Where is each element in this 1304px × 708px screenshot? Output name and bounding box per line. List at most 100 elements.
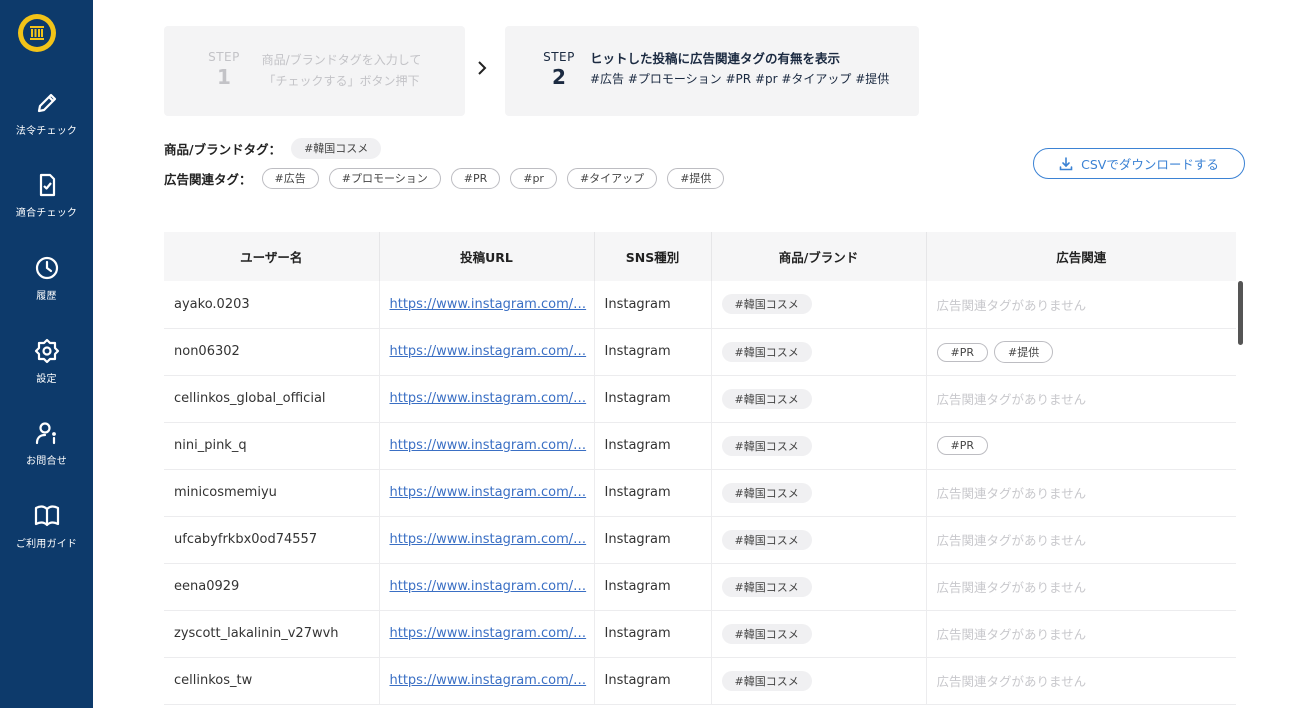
book-icon — [34, 505, 59, 527]
sns-cell: Instagram — [594, 469, 712, 516]
brand-tag-chip: #韓国コスメ — [721, 482, 812, 503]
download-icon — [1059, 156, 1073, 170]
sidebar-item-label: 設定 — [36, 374, 57, 385]
column-header-user[interactable]: ユーザー名 — [164, 232, 380, 281]
url-cell: https://www.instagram.com/… — [379, 563, 595, 610]
table-row: nini_pink_q https://www.instagram.com/… In… — [164, 422, 1236, 469]
post-url-link[interactable]: https://www.instagram.com/… — [390, 485, 587, 500]
logo[interactable] — [18, 14, 56, 52]
url-cell: https://www.instagram.com/… — [379, 422, 595, 469]
table-row: cellinkos_tw https://www.instagram.com/… I… — [164, 657, 1236, 704]
sidebar-item-history[interactable]: 履歴 — [0, 255, 93, 302]
ad-tag-chip: #提供 — [994, 340, 1054, 363]
sidebar-item-law-check[interactable]: 法令チェック — [0, 90, 93, 137]
brand-tag-chip: #韓国コスメ — [721, 435, 812, 456]
csv-download-button[interactable]: CSVでダウンロードする — [1033, 148, 1245, 179]
no-ad-text: 広告関連タグがありません — [936, 627, 1087, 642]
table-scrollbar[interactable] — [1238, 281, 1243, 345]
user-cell: eena0929 — [164, 563, 380, 610]
step-1-line1: 商品/ブランドタグを入力して — [261, 53, 422, 67]
table-row: non06302 https://www.instagram.com/… Insta… — [164, 328, 1236, 375]
ad-tag-chip: #提供 — [667, 168, 725, 189]
column-header-url[interactable]: 投稿URL — [379, 232, 595, 281]
sns-cell: Instagram — [594, 422, 712, 469]
ad-cell: 広告関連タグがありません — [926, 657, 1236, 704]
table-row: eena0929 https://www.instagram.com/… Insta… — [164, 563, 1236, 610]
ad-cell: 広告関連タグがありません — [926, 610, 1236, 657]
brand-tag-chip: #韓国コスメ — [721, 623, 812, 644]
document-check-icon — [39, 173, 55, 197]
url-cell: https://www.instagram.com/… — [379, 281, 595, 328]
step-number: 2 — [552, 65, 566, 89]
user-cell: ayako.0203 — [164, 281, 380, 328]
sns-cell: Instagram — [594, 610, 712, 657]
table-row: ufcabyfrkbx0od74557 https://www.instagram… — [164, 516, 1236, 563]
ad-cell: 広告関連タグがありません — [926, 469, 1236, 516]
ad-tag-chip: #広告 — [261, 168, 319, 189]
ad-tag-chip: #PR — [936, 342, 988, 362]
sidebar-item-contact[interactable]: お問合せ — [0, 420, 93, 467]
url-cell: https://www.instagram.com/… — [379, 328, 595, 375]
brand-tag-chip: #韓国コスメ — [721, 341, 812, 362]
url-cell: https://www.instagram.com/… — [379, 516, 595, 563]
column-header-brand[interactable]: 商品/ブランド — [711, 232, 927, 281]
post-url-link[interactable]: https://www.instagram.com/… — [390, 344, 587, 359]
ad-tag-chip: #pr — [510, 168, 557, 189]
sns-cell: Instagram — [594, 657, 712, 704]
sidebar-item-label: お問合せ — [26, 456, 67, 467]
post-url-link[interactable]: https://www.instagram.com/… — [390, 438, 587, 453]
ad-cell: 広告関連タグがありません — [926, 281, 1236, 328]
no-ad-text: 広告関連タグがありません — [936, 533, 1087, 548]
post-url-link[interactable]: https://www.instagram.com/… — [390, 626, 587, 641]
sns-cell: Instagram — [594, 281, 712, 328]
sns-cell: Instagram — [594, 328, 712, 375]
step-word: STEP — [208, 50, 240, 64]
sns-cell: Instagram — [594, 563, 712, 610]
step-number: 1 — [217, 65, 231, 89]
table-header-row: ユーザー名 投稿URL SNS種別 商品/ブランド 広告関連 — [164, 232, 1236, 281]
brand-tag-chip: #韓国コスメ — [721, 294, 812, 315]
ad-cell: #PR — [926, 422, 1236, 469]
url-cell: https://www.instagram.com/… — [379, 657, 595, 704]
post-url-link[interactable]: https://www.instagram.com/… — [390, 673, 587, 688]
column-header-sns[interactable]: SNS種別 — [594, 232, 712, 281]
ad-cell: 広告関連タグがありません — [926, 563, 1236, 610]
table-row: minicosmemiyu https://www.instagram.com/…… — [164, 469, 1236, 516]
sidebar-item-label: 法令チェック — [15, 126, 78, 137]
post-url-link[interactable]: https://www.instagram.com/… — [390, 297, 587, 312]
brand-tag-row: 商品/ブランドタグ： #韓国コスメ — [164, 138, 391, 159]
sidebar-item-label: 適合チェック — [15, 208, 78, 219]
sidebar: 法令チェック 適合チェック 履歴 設定 お問合せ ご利用ガイド — [0, 0, 93, 708]
ad-cell: #PR #提供 — [926, 328, 1236, 375]
sidebar-item-settings[interactable]: 設定 — [0, 338, 93, 385]
post-url-link[interactable]: https://www.instagram.com/… — [390, 532, 587, 547]
table-row: zyscott_lakalinin_v27wvh https://www.inst… — [164, 610, 1236, 657]
sidebar-item-label: 履歴 — [36, 291, 57, 302]
step-word: STEP — [543, 50, 575, 64]
user-cell: minicosmemiyu — [164, 469, 380, 516]
ad-tag-chip: #PR — [450, 168, 501, 189]
no-ad-text: 広告関連タグがありません — [936, 674, 1087, 689]
results-table-container: ユーザー名 投稿URL SNS種別 商品/ブランド 広告関連 ayako.020… — [164, 232, 1245, 708]
ad-tag-label: 広告関連タグ： — [164, 172, 252, 187]
user-info-icon — [35, 422, 56, 445]
no-ad-text: 広告関連タグがありません — [936, 392, 1087, 407]
brand-cell: #韓国コスメ — [711, 657, 927, 704]
pillar-icon — [23, 19, 51, 47]
step-1-line2: 「チェックする」ボタン押下 — [263, 74, 420, 88]
results-table: ユーザー名 投稿URL SNS種別 商品/ブランド 広告関連 ayako.020… — [164, 232, 1236, 705]
brand-tag-chip: #韓国コスメ — [291, 138, 382, 159]
sidebar-item-conformity-check[interactable]: 適合チェック — [0, 172, 93, 219]
table-row: cellinkos_global_official https://www.ins… — [164, 375, 1236, 422]
post-url-link[interactable]: https://www.instagram.com/… — [390, 579, 587, 594]
column-header-ad[interactable]: 広告関連 — [926, 232, 1236, 281]
brand-cell: #韓国コスメ — [711, 469, 927, 516]
sns-cell: Instagram — [594, 516, 712, 563]
user-cell: non06302 — [164, 328, 380, 375]
sidebar-item-guide[interactable]: ご利用ガイド — [0, 503, 93, 550]
ad-tag-chip: #プロモーション — [328, 168, 441, 189]
url-cell: https://www.instagram.com/… — [379, 469, 595, 516]
ad-tag-row: 広告関連タグ： #広告 #プロモーション #PR #pr #タイアップ #提供 — [164, 168, 734, 189]
brand-cell: #韓国コスメ — [711, 281, 927, 328]
post-url-link[interactable]: https://www.instagram.com/… — [390, 391, 587, 406]
